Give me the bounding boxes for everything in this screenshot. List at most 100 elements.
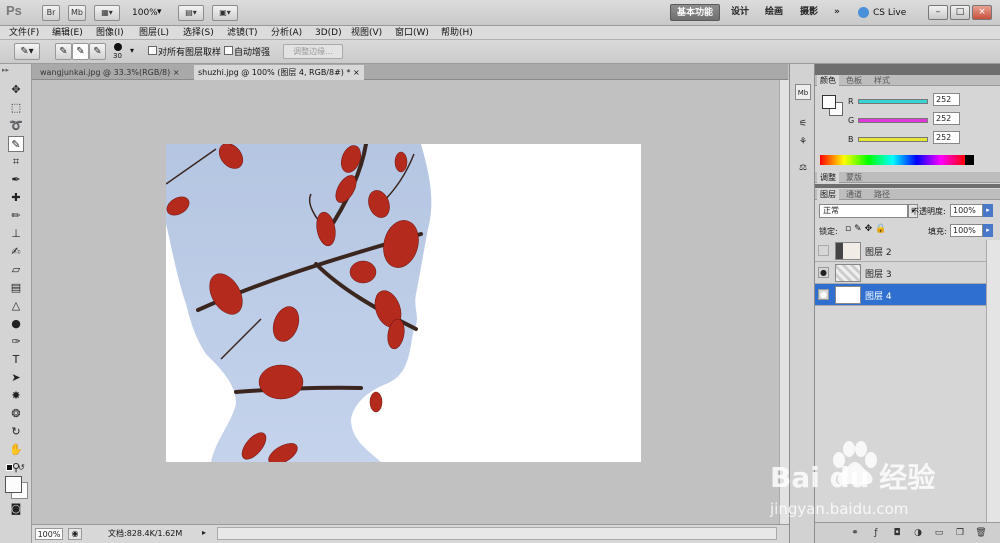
bridge-button[interactable]: Br <box>42 5 60 21</box>
fill-field[interactable]: 100% <box>950 224 983 237</box>
lock-icons[interactable]: ▫✎✥🔒 <box>845 224 889 234</box>
blend-mode-select[interactable]: 正常 <box>819 204 908 218</box>
more-workspaces-button[interactable]: » <box>828 4 846 21</box>
opacity-arrow-icon[interactable]: ▸ <box>983 204 993 217</box>
sample-all-layers-checkbox[interactable] <box>148 46 157 55</box>
refine-edge-button[interactable]: 调整边缘... <box>283 44 343 59</box>
eye-icon[interactable]: ● <box>818 289 829 300</box>
menu-edit[interactable]: 编辑(E) <box>52 26 83 40</box>
layer-row-2[interactable]: 图层 2 <box>815 240 986 262</box>
color-panel-foreground-swatch[interactable] <box>822 95 836 109</box>
brush-tool-icon[interactable]: ✏ <box>8 208 24 224</box>
default-colors-icon[interactable] <box>6 464 13 471</box>
cs-live-button[interactable]: CS Live <box>873 8 906 18</box>
pen-tool-icon[interactable]: ✑ <box>8 334 24 350</box>
zoom-field[interactable]: 100% <box>35 528 63 540</box>
menu-filter[interactable]: 滤镜(T) <box>227 26 258 40</box>
channel-b-value[interactable]: 252 <box>933 131 960 144</box>
workspace-design[interactable]: 设计 <box>725 4 755 21</box>
fill-arrow-icon[interactable]: ▸ <box>983 224 993 237</box>
zoom-level-dropdown[interactable]: 100% <box>132 8 158 18</box>
3d-rotate-tool-icon[interactable]: ❂ <box>8 406 24 422</box>
tab-wangjunkai[interactable]: wangjunkai.jpg @ 33.3%(RGB/8) × <box>36 65 184 80</box>
minimize-button[interactable]: – <box>928 5 948 20</box>
foreground-color-swatch[interactable] <box>5 476 22 493</box>
crop-tool-icon[interactable]: ⌗ <box>8 154 24 170</box>
history-brush-tool-icon[interactable]: ✍ <box>8 244 24 260</box>
eyedropper-tool-icon[interactable]: ✒ <box>8 172 24 188</box>
document-canvas[interactable] <box>166 144 641 462</box>
brush-presets-icon[interactable]: ⚟ <box>795 116 811 132</box>
brush-picker-chevron-icon[interactable]: ▾ <box>130 46 134 55</box>
close-icon[interactable]: × <box>353 68 360 77</box>
shape-tool-icon[interactable]: ✸ <box>8 388 24 404</box>
channel-g-value[interactable]: 252 <box>933 112 960 125</box>
menu-help[interactable]: 帮助(H) <box>441 26 473 40</box>
menu-image[interactable]: 图像(I) <box>96 26 124 40</box>
collapse-icon[interactable]: ▸▸ <box>2 66 9 74</box>
mini-bridge-button[interactable]: Mb <box>68 5 86 21</box>
workspace-photography[interactable]: 摄影 <box>794 4 824 21</box>
lasso-tool-icon[interactable]: ➰ <box>8 118 24 134</box>
clone-source-icon[interactable]: ⚘ <box>795 134 811 150</box>
eye-icon[interactable]: ● <box>818 267 829 278</box>
3d-orbit-tool-icon[interactable]: ↻ <box>8 424 24 440</box>
panel-header[interactable] <box>815 64 1000 75</box>
close-button[interactable]: × <box>972 5 992 20</box>
character-panel-icon[interactable]: ⚖ <box>795 160 811 176</box>
mini-bridge-panel-icon[interactable]: Mb <box>795 84 811 100</box>
tab-channels[interactable]: 通道 <box>843 189 865 200</box>
channel-r-value[interactable]: 252 <box>933 93 960 106</box>
tab-masks[interactable]: 蒙版 <box>843 172 865 183</box>
workspace-essentials[interactable]: 基本功能 <box>670 4 721 21</box>
horizontal-scrollbar[interactable] <box>217 527 777 540</box>
menu-3d[interactable]: 3D(D) <box>315 26 342 40</box>
menu-window[interactable]: 窗口(W) <box>395 26 429 40</box>
layer-row-4[interactable]: ● 图层 4 <box>815 284 986 306</box>
chevron-down-icon[interactable]: ▾ <box>157 7 162 17</box>
menu-file[interactable]: 文件(F) <box>9 26 39 40</box>
menu-analysis[interactable]: 分析(A) <box>271 26 302 40</box>
visibility-toggle[interactable] <box>818 245 829 256</box>
brush-tip-icon[interactable] <box>114 43 122 51</box>
restore-button[interactable]: □ <box>950 5 970 20</box>
screen-mode-button[interactable]: ▣▾ <box>212 5 238 21</box>
clone-stamp-tool-icon[interactable]: ⊥ <box>8 226 24 242</box>
tab-styles[interactable]: 样式 <box>871 75 893 86</box>
status-icon[interactable]: ◉ <box>68 528 82 540</box>
blur-tool-icon[interactable]: △ <box>8 298 24 314</box>
add-to-selection-brush-icon[interactable]: ✎ <box>72 43 89 60</box>
move-tool-icon[interactable]: ✥ <box>8 82 24 98</box>
tab-shuzhi[interactable]: shuzhi.jpg @ 100% (图层 4, RGB/8#) * × <box>194 65 364 80</box>
type-tool-icon[interactable]: T <box>8 352 24 368</box>
tab-adjustments[interactable]: 调整 <box>817 172 839 183</box>
color-spectrum-bar[interactable] <box>820 155 965 165</box>
black-swatch[interactable] <box>965 155 974 165</box>
channel-g-slider[interactable] <box>858 118 928 123</box>
channel-b-slider[interactable] <box>858 137 928 142</box>
new-selection-brush-icon[interactable]: ✎ <box>55 43 72 60</box>
swap-colors-icon[interactable]: ↺ <box>18 463 25 472</box>
path-selection-tool-icon[interactable]: ➤ <box>8 370 24 386</box>
menu-layer[interactable]: 图层(L) <box>139 26 169 40</box>
tab-paths[interactable]: 路径 <box>871 189 893 200</box>
menu-view[interactable]: 视图(V) <box>351 26 382 40</box>
quick-selection-tool-icon[interactable]: ✎ <box>8 136 24 152</box>
opacity-field[interactable]: 100% <box>950 204 983 217</box>
hand-tool-icon[interactable]: ✋ <box>8 442 24 458</box>
healing-brush-tool-icon[interactable]: ✚ <box>8 190 24 206</box>
tab-swatches[interactable]: 色板 <box>843 75 865 86</box>
tab-color[interactable]: 颜色 <box>817 75 839 86</box>
layer-row-3[interactable]: ● 图层 3 <box>815 262 986 284</box>
workspace-painting[interactable]: 绘画 <box>759 4 789 21</box>
arrange-documents-button[interactable]: ▤▾ <box>178 5 204 21</box>
marquee-tool-icon[interactable]: ⬚ <box>8 100 24 116</box>
status-menu-arrow-icon[interactable]: ▸ <box>202 528 206 537</box>
menu-select[interactable]: 选择(S) <box>183 26 214 40</box>
tab-layers[interactable]: 图层 <box>817 189 839 200</box>
gradient-tool-icon[interactable]: ▤ <box>8 280 24 296</box>
quick-mask-icon[interactable]: ◙ <box>8 501 24 517</box>
dodge-tool-icon[interactable]: ● <box>8 316 24 332</box>
eraser-tool-icon[interactable]: ▱ <box>8 262 24 278</box>
channel-r-slider[interactable] <box>858 99 928 104</box>
